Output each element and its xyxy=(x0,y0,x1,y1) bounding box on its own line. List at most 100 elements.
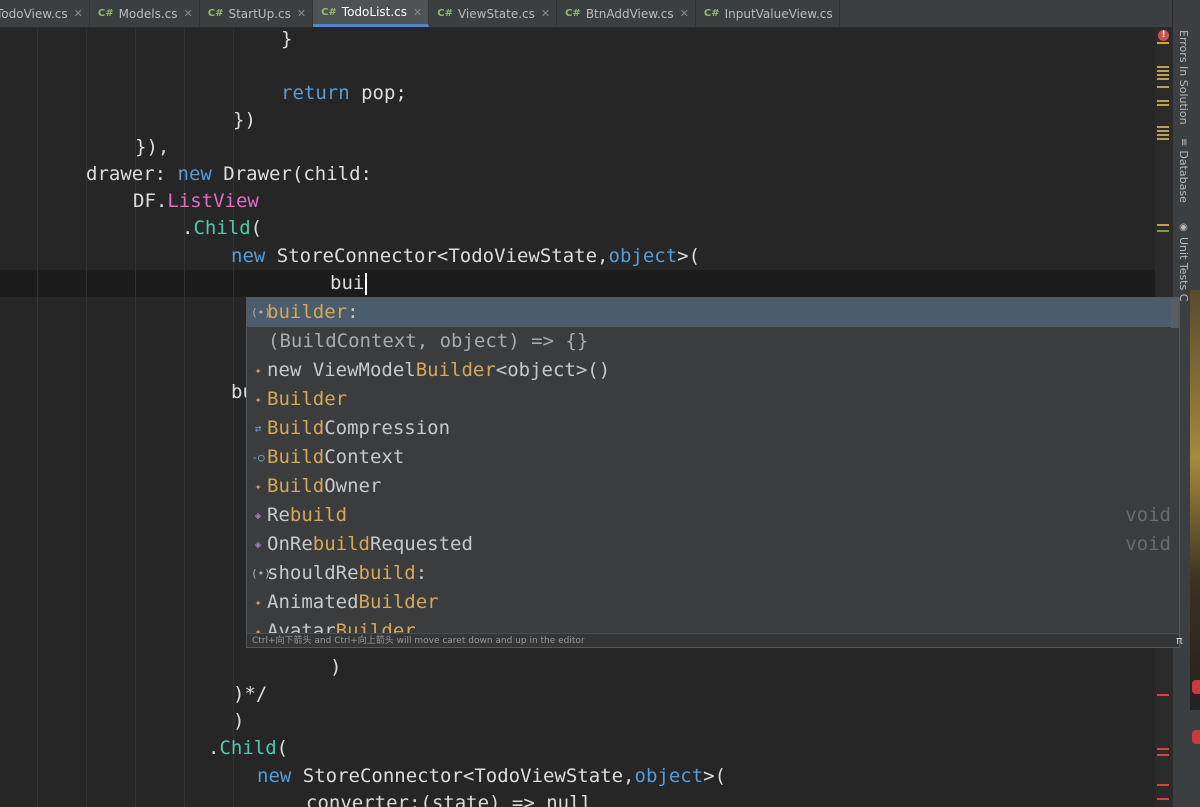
enum-icon: ⇄ xyxy=(254,422,262,435)
editor-tab-bar: TodoView.cs ✕ C# Models.cs ✕ C# StartUp.… xyxy=(0,0,1172,28)
warning-marker[interactable] xyxy=(1157,78,1169,80)
database-tab[interactable]: ≡Database xyxy=(1177,138,1190,203)
warning-marker[interactable] xyxy=(1157,86,1169,88)
code-line: return pop; xyxy=(281,82,407,104)
warning-marker[interactable] xyxy=(1157,224,1169,226)
method-icon: ◈ xyxy=(254,538,262,551)
method-icon: ◈ xyxy=(254,509,262,522)
completion-item-onrebuildrequested[interactable]: ◈ OnRebuildRequested void xyxy=(247,530,1179,559)
code-line: .Child( xyxy=(208,737,289,759)
code-line: .Child( xyxy=(182,217,263,239)
tab-label: InputValueView.cs xyxy=(724,6,833,21)
close-icon[interactable]: ✕ xyxy=(413,6,422,19)
close-icon[interactable]: ✕ xyxy=(297,7,306,20)
code-line: )*/ xyxy=(233,683,268,705)
current-line-highlight xyxy=(0,270,1155,297)
text-caret xyxy=(365,272,368,295)
error-marker[interactable] xyxy=(1157,694,1169,696)
tab-label: TodoList.cs xyxy=(341,5,408,19)
error-marker[interactable] xyxy=(1157,754,1169,756)
completion-item-buildcompression[interactable]: ⇄ BuildCompression xyxy=(247,414,1179,443)
code-line: } xyxy=(281,28,293,50)
warning-marker[interactable] xyxy=(1157,42,1169,44)
csharp-file-icon: C# xyxy=(703,8,720,19)
close-icon[interactable]: ✕ xyxy=(680,7,689,20)
code-line: new StoreConnector<TodoViewState,object>… xyxy=(231,245,701,267)
tab-label: Models.cs xyxy=(118,6,178,21)
class-icon: ✦ xyxy=(254,480,262,493)
class-icon: ✦ xyxy=(254,596,262,609)
warning-marker[interactable] xyxy=(1157,100,1169,102)
tab-label: TodoView.cs xyxy=(0,6,68,21)
background-red-icon xyxy=(1192,680,1200,694)
close-icon[interactable]: ✕ xyxy=(184,7,193,20)
code-line: drawer: new Drawer(child: xyxy=(86,163,372,185)
tab-models[interactable]: C# Models.cs ✕ xyxy=(90,0,200,27)
tab-startup[interactable]: C# StartUp.cs ✕ xyxy=(200,0,314,27)
code-line: }), xyxy=(135,136,170,158)
tab-todolist[interactable]: C# TodoList.cs ✕ xyxy=(313,0,430,27)
completion-item-builder-param[interactable]: (•) builder: xyxy=(247,298,1179,327)
indent-guide xyxy=(86,28,87,807)
code-line: new StoreConnector<TodoViewState,object>… xyxy=(257,765,727,787)
warning-marker[interactable] xyxy=(1157,130,1169,132)
error-indicator-icon[interactable]: ! xyxy=(1158,30,1169,41)
csharp-file-icon: C# xyxy=(437,8,453,19)
csharp-file-icon: C# xyxy=(321,6,337,18)
completion-item-buildowner[interactable]: ✦ BuildOwner xyxy=(247,472,1179,501)
csharp-file-icon: C# xyxy=(97,8,114,19)
warning-marker[interactable] xyxy=(1157,66,1169,68)
code-completion-popup[interactable]: (•) builder: (BuildContext, object) => {… xyxy=(246,297,1180,648)
tab-todoview[interactable]: TodoView.cs ✕ xyxy=(0,0,90,27)
warning-marker[interactable] xyxy=(1157,134,1169,136)
tab-btnaddview[interactable]: C# BtnAddView.cs ✕ xyxy=(557,0,696,27)
warning-marker[interactable] xyxy=(1157,126,1169,128)
completion-item-shouldrebuild[interactable]: (•) shouldRebuild: xyxy=(247,559,1179,588)
background-window-edge xyxy=(1190,290,1200,710)
code-line: converter:(state) => null xyxy=(306,792,592,807)
warning-marker[interactable] xyxy=(1157,138,1169,140)
tab-inputvalueview[interactable]: C# InputValueView.cs xyxy=(696,0,840,27)
popup-scrollbar[interactable] xyxy=(1171,298,1179,328)
return-type: void xyxy=(1125,533,1171,555)
parameter-icon: (•) xyxy=(251,567,271,580)
background-red-icon xyxy=(1192,730,1200,744)
class-icon: ✦ xyxy=(254,364,262,377)
completion-item-lambda-hint[interactable]: (BuildContext, object) => {} xyxy=(247,327,1179,356)
unit-tests-tab[interactable]: ◉Unit Tests C xyxy=(1177,222,1190,301)
code-line: ) xyxy=(330,656,342,678)
pi-icon[interactable]: π xyxy=(1176,634,1183,647)
completion-item-buildcontext[interactable]: -○ BuildContext xyxy=(247,443,1179,472)
errors-in-solution-tab[interactable]: Errors In Solution xyxy=(1177,30,1190,125)
change-marker[interactable] xyxy=(1157,230,1169,232)
indent-guide xyxy=(37,28,38,807)
indent-guide xyxy=(184,28,185,807)
error-marker[interactable] xyxy=(1157,784,1169,786)
warning-marker[interactable] xyxy=(1157,70,1169,72)
code-line: DF.ListView xyxy=(133,190,259,212)
tab-label: ViewState.cs xyxy=(457,6,535,21)
code-line-current[interactable]: bui xyxy=(330,270,368,297)
tab-viewstate[interactable]: C# ViewState.cs ✕ xyxy=(429,0,558,27)
completion-hint-footer: Ctrl+向下箭头 and Ctrl+向上箭头 will move caret … xyxy=(247,633,1179,647)
tab-label: StartUp.cs xyxy=(228,6,291,21)
error-marker[interactable] xyxy=(1157,748,1169,750)
close-icon[interactable]: ✕ xyxy=(74,7,83,20)
completion-item-new-viewmodelbuilder[interactable]: ✦ new ViewModelBuilder<object>() xyxy=(247,356,1179,385)
return-type: void xyxy=(1125,504,1171,526)
warning-marker[interactable] xyxy=(1157,104,1169,106)
tab-label: BtnAddView.cs xyxy=(585,6,674,21)
code-line: ) xyxy=(233,710,245,732)
completion-item-builder[interactable]: ✦ Builder xyxy=(247,385,1179,414)
warning-marker[interactable] xyxy=(1157,74,1169,76)
close-icon[interactable]: ✕ xyxy=(541,7,550,20)
class-icon: ✦ xyxy=(254,393,262,406)
database-icon: ≡ xyxy=(1178,138,1189,147)
completion-item-animatedbuilder[interactable]: ✦ AnimatedBuilder xyxy=(247,588,1179,617)
csharp-file-icon: C# xyxy=(207,8,224,19)
completion-item-rebuild[interactable]: ◈ Rebuild void xyxy=(247,501,1179,530)
interface-icon: -○ xyxy=(251,451,265,464)
unit-tests-icon: ◉ xyxy=(1178,222,1189,233)
csharp-file-icon: C# xyxy=(565,8,581,19)
error-marker[interactable] xyxy=(1157,798,1169,800)
